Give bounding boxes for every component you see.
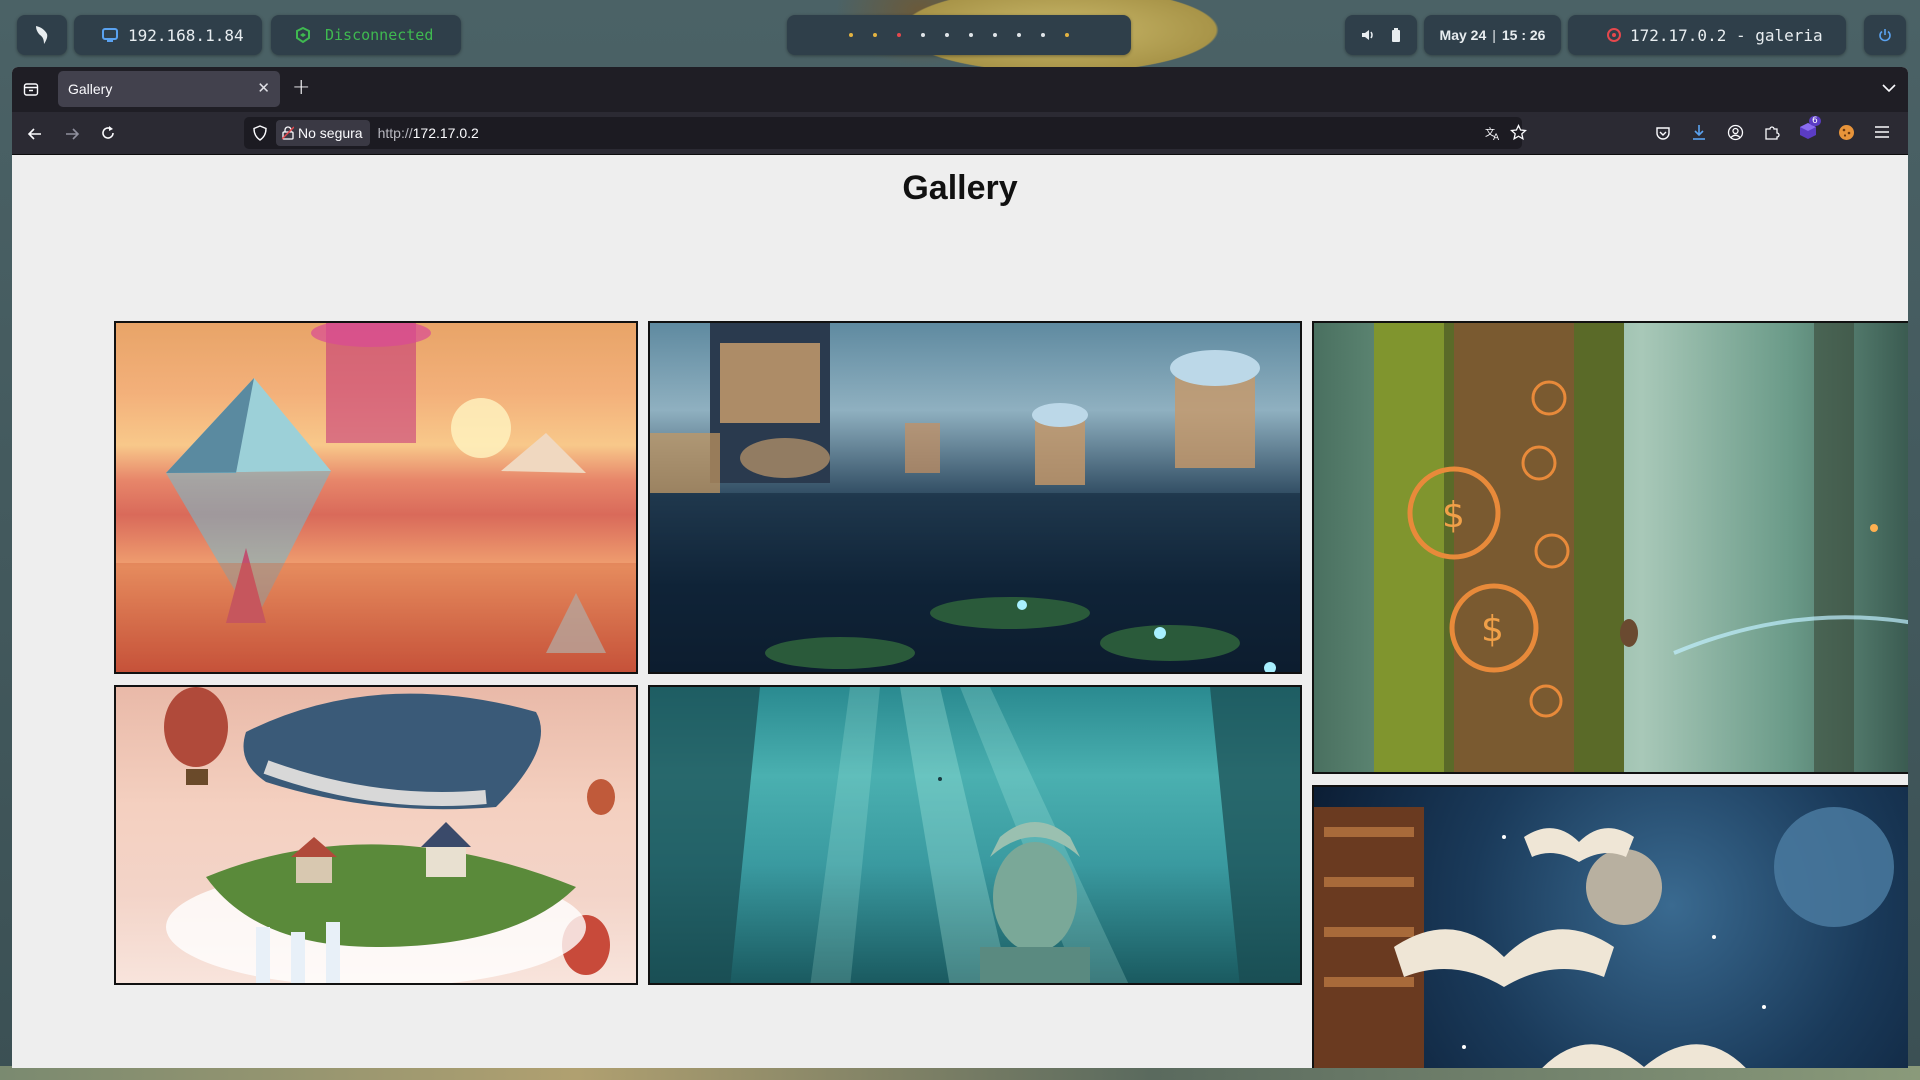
power-icon xyxy=(1879,29,1891,42)
back-arrow-icon[interactable] xyxy=(27,126,43,142)
time-text: 15 : 26 xyxy=(1501,27,1546,43)
gallery-image-futuristic-city[interactable] xyxy=(648,321,1302,674)
svg-text:$: $ xyxy=(1442,495,1465,536)
local-ip-text: 192.168.1.84 xyxy=(128,25,244,45)
tab-title: Gallery xyxy=(68,81,113,97)
workspace-dot-2[interactable] xyxy=(873,33,877,37)
extensions-puzzle-icon[interactable] xyxy=(1764,124,1780,141)
downloads-icon[interactable] xyxy=(1691,124,1707,141)
flying-books-art xyxy=(1314,807,1894,1068)
monitor-icon xyxy=(102,28,118,42)
extension-count-badge: 6 xyxy=(1809,116,1821,126)
pocket-icon[interactable] xyxy=(1655,125,1671,141)
power-button[interactable] xyxy=(1864,15,1906,55)
clock-widget[interactable]: May 24 | 15 : 26 xyxy=(1424,15,1561,55)
date-text: May 24 xyxy=(1439,27,1487,43)
tab-bar: Gallery ✕ + xyxy=(12,67,1908,112)
gallery-image-underwater-statue[interactable] xyxy=(648,685,1302,985)
distro-logo-icon xyxy=(36,26,48,44)
battery-icon[interactable] xyxy=(1391,28,1401,42)
workspace-switcher[interactable] xyxy=(787,15,1131,55)
vpn-status-widget[interactable]: Disconnected xyxy=(271,15,461,55)
workspace-dot-5[interactable] xyxy=(945,33,949,37)
reload-icon[interactable] xyxy=(100,125,116,141)
gallery-image-mossy-tree-coins[interactable]: $ $ xyxy=(1312,321,1908,774)
url-host: 172.17.0.2 xyxy=(412,125,479,141)
desert-pyramids-art xyxy=(116,323,636,672)
workspace-dot-7[interactable] xyxy=(993,33,997,37)
bookmark-star-icon[interactable] xyxy=(1510,124,1527,141)
page-title: Gallery xyxy=(902,169,1018,207)
gallery-image-desert-pyramids[interactable] xyxy=(114,321,638,674)
url-text[interactable]: http://172.17.0.2 xyxy=(378,125,479,141)
workspace-dot-6[interactable] xyxy=(969,33,973,37)
system-tray[interactable] xyxy=(1345,15,1417,55)
whale-island-art xyxy=(164,687,615,983)
extension-badge-button[interactable]: 6 xyxy=(1799,116,1821,142)
futuristic-city-art xyxy=(650,323,1300,672)
cookie-extension-icon[interactable] xyxy=(1838,124,1855,141)
url-bar[interactable]: No segura http://172.17.0.2 文A xyxy=(244,117,1527,149)
browser-window: Gallery ✕ + No segura http://172.17.0.2 … xyxy=(12,67,1908,1068)
local-ip-widget[interactable]: 192.168.1.84 xyxy=(74,15,262,55)
workspace-dot-1[interactable] xyxy=(849,33,853,37)
target-widget[interactable]: 172.17.0.2 - galeria xyxy=(1568,15,1846,55)
insecure-lock-icon xyxy=(282,126,294,140)
workspace-dot-10[interactable] xyxy=(1065,33,1069,37)
translate-icon[interactable]: 文A xyxy=(1485,125,1501,141)
url-scheme: http:// xyxy=(377,125,413,141)
vpn-shield-icon xyxy=(296,27,310,43)
workspace-dot-9[interactable] xyxy=(1041,33,1045,37)
workspace-dot-3[interactable] xyxy=(897,33,901,37)
launcher-button[interactable] xyxy=(17,15,67,55)
gallery-image-whale-island[interactable] xyxy=(114,685,638,985)
page-content: Gallery $ $ xyxy=(12,155,1908,1068)
tab-manager-icon[interactable] xyxy=(23,81,39,97)
tab-gallery[interactable]: Gallery ✕ xyxy=(58,71,280,107)
clock-separator: | xyxy=(1492,27,1496,43)
workspace-dot-4[interactable] xyxy=(921,33,925,37)
navigation-toolbar: No segura http://172.17.0.2 文A 6 xyxy=(12,112,1908,155)
mossy-tree-coins-art: $ $ xyxy=(1374,323,1908,772)
gallery-image-flying-books[interactable] xyxy=(1312,785,1908,1068)
hamburger-menu-icon[interactable] xyxy=(1874,125,1890,139)
tracking-protection-shield-icon[interactable] xyxy=(253,125,267,141)
security-label: No segura xyxy=(298,125,363,141)
workspace-dot-8[interactable] xyxy=(1017,33,1021,37)
target-icon xyxy=(1607,28,1621,42)
connection-security-button[interactable]: No segura xyxy=(276,120,370,146)
close-tab-icon[interactable]: ✕ xyxy=(257,79,270,97)
svg-text:A: A xyxy=(1493,133,1500,141)
forward-arrow-icon[interactable] xyxy=(64,126,80,142)
target-text: 172.17.0.2 - galeria xyxy=(1630,25,1823,45)
chevron-down-icon[interactable] xyxy=(1882,83,1896,93)
vpn-status-text: Disconnected xyxy=(325,26,434,44)
new-tab-icon[interactable]: + xyxy=(292,75,310,100)
volume-icon[interactable] xyxy=(1361,28,1375,42)
account-icon[interactable] xyxy=(1727,124,1744,141)
desktop-wallpaper-bottom xyxy=(0,1066,1920,1080)
underwater-statue-art xyxy=(650,687,1300,983)
svg-text:$: $ xyxy=(1481,609,1504,650)
